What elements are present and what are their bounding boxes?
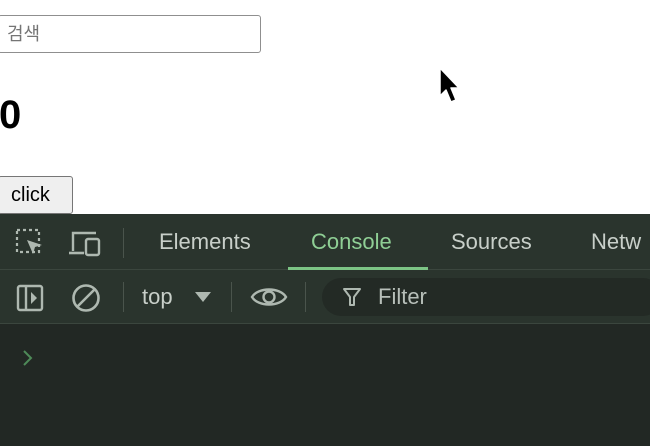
clear-console-icon[interactable]	[70, 282, 102, 314]
console-toolbar: top Filter	[0, 270, 650, 324]
filter-input[interactable]: Filter	[322, 278, 650, 316]
toolbar-divider	[231, 282, 232, 312]
toolbar-divider	[123, 282, 124, 312]
tab-elements[interactable]: Elements	[159, 214, 251, 270]
devtools-panel: Elements Console Sources Netw top Filter	[0, 214, 650, 446]
filter-placeholder: Filter	[378, 284, 427, 309]
click-button[interactable]: click	[0, 176, 73, 214]
toolbar-divider	[123, 228, 124, 258]
dropdown-arrow-icon[interactable]	[194, 291, 212, 303]
device-toolbar-icon[interactable]	[68, 228, 104, 258]
console-prompt-chevron-icon	[23, 350, 33, 366]
console-output[interactable]	[0, 325, 650, 446]
tab-sources[interactable]: Sources	[451, 214, 532, 270]
web-page: 0 click	[0, 0, 650, 214]
search-input[interactable]	[0, 15, 261, 53]
toolbar-divider	[305, 282, 306, 312]
inspect-element-icon[interactable]	[15, 228, 45, 258]
tab-console[interactable]: Console	[311, 214, 392, 270]
live-expression-eye-icon[interactable]	[250, 285, 288, 309]
tab-network[interactable]: Netw	[591, 214, 641, 270]
mouse-cursor-icon	[439, 67, 460, 103]
devtools-tabbar: Elements Console Sources Netw	[0, 214, 650, 270]
context-selector[interactable]: top	[142, 270, 173, 324]
counter-value: 0	[0, 93, 22, 137]
filter-funnel-icon	[343, 288, 361, 306]
show-sidebar-icon[interactable]	[15, 283, 45, 313]
